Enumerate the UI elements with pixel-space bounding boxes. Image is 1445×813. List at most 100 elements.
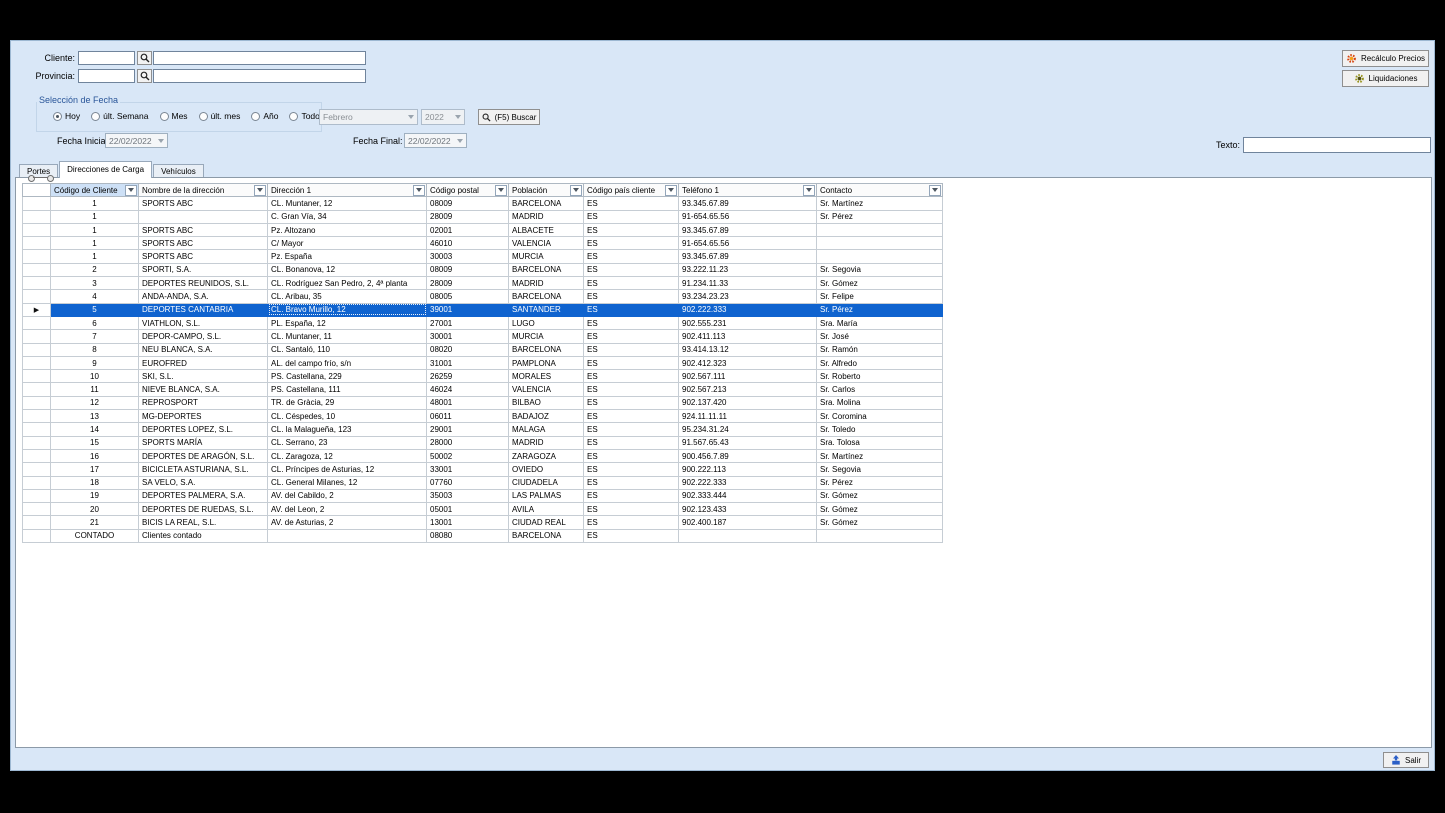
row-selector[interactable] (23, 410, 51, 423)
cell[interactable]: Sr. José (817, 330, 943, 343)
cell[interactable]: 91.567.65.43 (679, 436, 817, 449)
cell[interactable]: MALAGA (509, 423, 584, 436)
cell[interactable]: Sr. Segovia (817, 263, 943, 276)
cell[interactable]: 902.123.433 (679, 503, 817, 516)
row-selector[interactable] (23, 436, 51, 449)
cell[interactable]: 46010 (427, 237, 509, 250)
cell[interactable]: SPORTS MARÍA (139, 436, 268, 449)
cell[interactable]: 26259 (427, 370, 509, 383)
cell[interactable]: ES (584, 410, 679, 423)
row-selector-header[interactable] (23, 184, 51, 197)
row-selector[interactable] (23, 463, 51, 476)
column-header-codigo-de-cliente[interactable]: Código de Cliente (51, 184, 139, 197)
cell[interactable]: ES (584, 237, 679, 250)
cell[interactable]: Sr. Pérez (817, 476, 943, 489)
cell[interactable]: AV. del Cabildo, 2 (268, 489, 427, 502)
cell[interactable]: PL. España, 12 (268, 316, 427, 329)
row-selector[interactable] (23, 330, 51, 343)
cell[interactable]: NIEVE BLANCA, S.A. (139, 383, 268, 396)
row-selector[interactable] (23, 223, 51, 236)
fecha-final-select[interactable]: 22/02/2022 (404, 133, 467, 148)
cell[interactable]: 8 (51, 343, 139, 356)
cell[interactable] (817, 223, 943, 236)
cell[interactable]: 28000 (427, 436, 509, 449)
cell[interactable]: BARCELONA (509, 197, 584, 210)
cell[interactable]: DEPORTES DE RUEDAS, S.L. (139, 503, 268, 516)
cell[interactable]: 11 (51, 383, 139, 396)
cell[interactable]: ES (584, 330, 679, 343)
radio-hoy[interactable]: Hoy (53, 111, 80, 121)
row-selector[interactable] (23, 197, 51, 210)
cell[interactable] (679, 529, 817, 542)
cell[interactable]: Sra. María (817, 316, 943, 329)
cell[interactable]: CL. Bravo Murillo, 12 (268, 303, 427, 316)
cell[interactable]: MADRID (509, 277, 584, 290)
cell[interactable]: CIUDAD REAL (509, 516, 584, 529)
cell[interactable]: 4 (51, 290, 139, 303)
cell[interactable]: CL. Rodríguez San Pedro, 2, 4ª planta (268, 277, 427, 290)
cell[interactable]: SPORTS ABC (139, 223, 268, 236)
cell[interactable]: 1 (51, 237, 139, 250)
cell[interactable]: 48001 (427, 396, 509, 409)
cell[interactable]: Clientes contado (139, 529, 268, 542)
cell[interactable]: BARCELONA (509, 343, 584, 356)
row-selector[interactable] (23, 370, 51, 383)
cell[interactable]: CL. Muntaner, 12 (268, 197, 427, 210)
cell[interactable]: C/ Mayor (268, 237, 427, 250)
column-filter-dropdown[interactable] (803, 185, 815, 196)
cell[interactable]: 35003 (427, 489, 509, 502)
cell[interactable]: ES (584, 476, 679, 489)
cell[interactable]: ES (584, 223, 679, 236)
cell[interactable]: CL. General Milanes, 12 (268, 476, 427, 489)
cell[interactable]: 91-654.65.56 (679, 210, 817, 223)
row-selector[interactable] (23, 343, 51, 356)
cell[interactable]: 31001 (427, 356, 509, 369)
recalculo-precios-button[interactable]: Recálculo Precios (1342, 50, 1429, 67)
year-select[interactable]: 2022 (421, 109, 465, 125)
cell[interactable]: ES (584, 396, 679, 409)
cell[interactable]: ES (584, 263, 679, 276)
cell[interactable]: Sr. Coromina (817, 410, 943, 423)
row-selector[interactable] (23, 210, 51, 223)
cell[interactable]: 93.345.67.89 (679, 197, 817, 210)
cell[interactable]: ES (584, 463, 679, 476)
cell[interactable]: CL. Muntaner, 11 (268, 330, 427, 343)
cell[interactable] (817, 250, 943, 263)
cell[interactable]: BICIS LA REAL, S.L. (139, 516, 268, 529)
cell[interactable]: DEPORTES LOPEZ, S.L. (139, 423, 268, 436)
provincia-code-input[interactable] (78, 69, 135, 83)
cell[interactable]: ES (584, 343, 679, 356)
cell[interactable]: CL. Aribau, 35 (268, 290, 427, 303)
cell[interactable]: 13 (51, 410, 139, 423)
cell[interactable]: CONTADO (51, 529, 139, 542)
row-selector[interactable] (23, 476, 51, 489)
cell[interactable]: 1 (51, 223, 139, 236)
cell[interactable]: 30001 (427, 330, 509, 343)
row-selector[interactable] (23, 277, 51, 290)
cell[interactable]: DEPORTES PALMERA, S.A. (139, 489, 268, 502)
provincia-name-input[interactable] (153, 69, 366, 83)
cell[interactable]: 15 (51, 436, 139, 449)
cell[interactable]: AVILA (509, 503, 584, 516)
cell[interactable]: 39001 (427, 303, 509, 316)
cell[interactable]: 27001 (427, 316, 509, 329)
cell[interactable]: 18 (51, 476, 139, 489)
tab-vehiculos[interactable]: Vehículos (153, 164, 204, 178)
column-filter-dropdown[interactable] (413, 185, 425, 196)
cell[interactable]: CL. Céspedes, 10 (268, 410, 427, 423)
cell[interactable]: ES (584, 436, 679, 449)
cell[interactable]: 17 (51, 463, 139, 476)
column-filter-dropdown[interactable] (254, 185, 266, 196)
column-filter-dropdown[interactable] (495, 185, 507, 196)
cell[interactable]: Sr. Martínez (817, 449, 943, 462)
cell[interactable]: CL. Serrano, 23 (268, 436, 427, 449)
row-selector[interactable] (23, 489, 51, 502)
cell[interactable]: 91.234.11.33 (679, 277, 817, 290)
fecha-inicial-select[interactable]: 22/02/2022 (105, 133, 168, 148)
cell[interactable]: CL. Príncipes de Asturias, 12 (268, 463, 427, 476)
cell[interactable]: 1 (51, 197, 139, 210)
cell[interactable]: Sr. Roberto (817, 370, 943, 383)
row-selector[interactable] (23, 449, 51, 462)
row-selector[interactable] (23, 383, 51, 396)
cell[interactable]: DEPORTES DE ARAGÓN, S.L. (139, 449, 268, 462)
